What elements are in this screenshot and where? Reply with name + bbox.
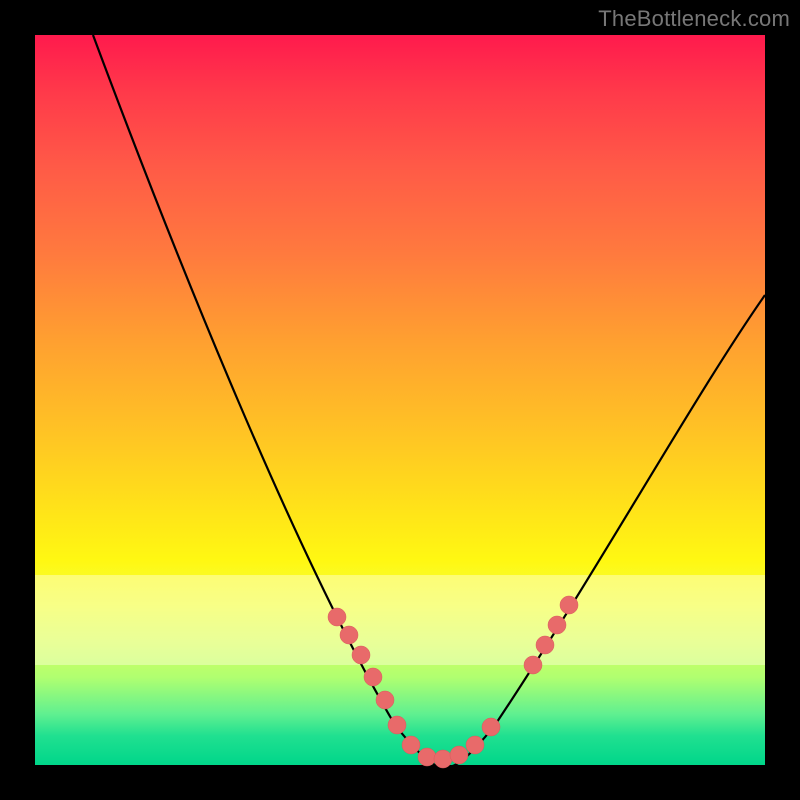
fit-markers	[328, 596, 578, 768]
watermark-text: TheBottleneck.com	[598, 6, 790, 32]
curve-layer	[35, 35, 765, 765]
chart-frame: TheBottleneck.com	[0, 0, 800, 800]
plot-area	[35, 35, 765, 765]
bottleneck-curve	[93, 35, 765, 767]
